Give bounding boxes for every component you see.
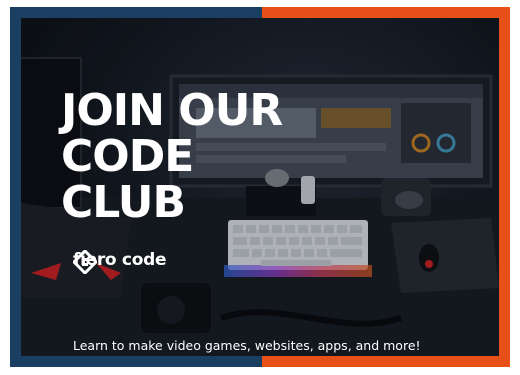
background-photo: JOIN OUR CODE CLUB fiero code Learn to m…: [21, 18, 499, 356]
headline-line-3: CLUB: [61, 177, 186, 228]
headline: JOIN OUR CODE CLUB: [61, 85, 283, 228]
brand-logo: fiero code: [73, 250, 167, 274]
headline-line-1: JOIN OUR: [61, 85, 283, 136]
headline-line-2: CODE: [61, 131, 194, 182]
tagline: Learn to make video games, websites, app…: [73, 338, 421, 353]
poster-frame: JOIN OUR CODE CLUB fiero code Learn to m…: [10, 7, 510, 367]
fiero-code-logo-icon: [73, 250, 97, 274]
